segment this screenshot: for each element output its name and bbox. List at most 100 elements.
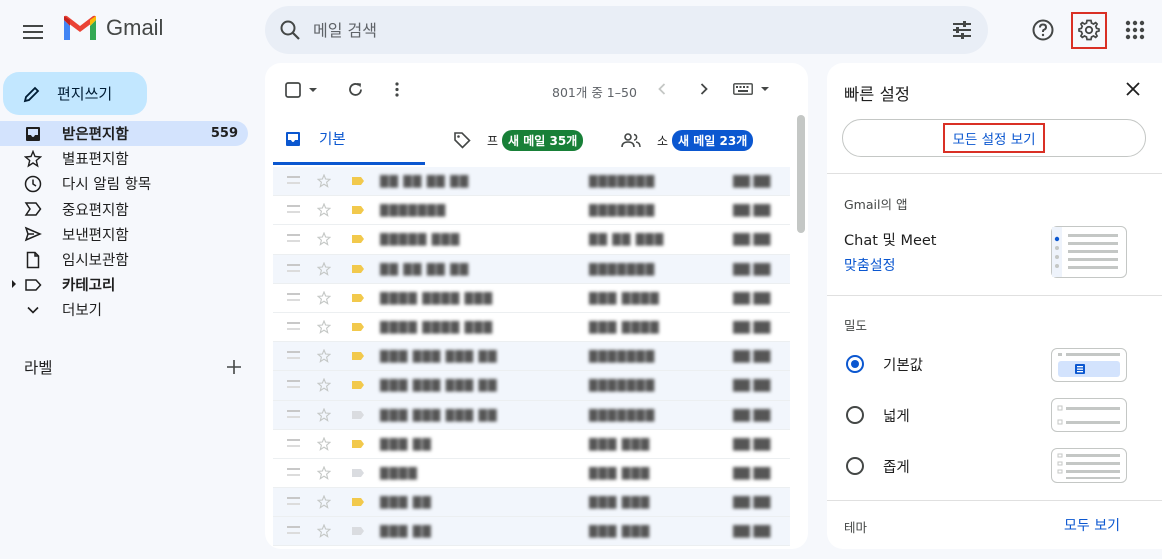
star-icon[interactable]: [317, 174, 331, 188]
important-marker-icon[interactable]: [351, 264, 365, 274]
customize-link[interactable]: 맞춤설정: [844, 255, 896, 275]
star-icon[interactable]: [317, 378, 331, 393]
tab-social[interactable]: 소 새 메일 23개: [621, 115, 754, 165]
table-row[interactable]: █████ ███ ██ ██ ███ ██ ██: [273, 225, 790, 255]
search-input[interactable]: [313, 20, 950, 40]
important-marker-icon[interactable]: [351, 351, 365, 361]
table-row[interactable]: ███ ███ ███ ██ ███████ ██ ██: [273, 371, 790, 401]
sidebar-item-label: 다시 알림 항목: [62, 177, 152, 194]
table-row[interactable]: ███ ██ ███ ███ ██ ██: [273, 488, 790, 518]
support-button[interactable]: [1026, 13, 1060, 47]
star-icon[interactable]: [317, 495, 331, 509]
subject: ███ ███: [589, 496, 651, 510]
star-icon[interactable]: [317, 232, 331, 247]
older-button[interactable]: [699, 82, 709, 96]
new-mail-badge: 새 메일 23개: [672, 129, 754, 151]
density-default-preview[interactable]: [1051, 348, 1127, 382]
density-compact-radio[interactable]: [846, 457, 864, 475]
create-label-button[interactable]: [226, 359, 242, 375]
sidebar-item-starred[interactable]: 별표편지함: [0, 146, 248, 171]
keyboard-icon: [733, 83, 753, 95]
table-row[interactable]: ████ ███ ███ ██ ██: [273, 459, 790, 489]
search-options-icon[interactable]: [950, 18, 974, 42]
category-tabs: 기본 프 새 메일 35개 소 새 메일 23개: [273, 115, 800, 165]
newer-button[interactable]: [657, 82, 667, 96]
main-menu-button[interactable]: [20, 18, 48, 46]
refresh-button[interactable]: [347, 81, 364, 98]
important-marker-icon[interactable]: [351, 410, 365, 420]
select-all-checkbox[interactable]: [285, 82, 319, 98]
star-icon[interactable]: [317, 407, 331, 422]
star-icon[interactable]: [317, 349, 331, 363]
sidebar-item-categories[interactable]: 카테고리: [0, 272, 248, 297]
important-marker-icon[interactable]: [351, 526, 365, 536]
more-vert-icon: [395, 82, 399, 97]
subject: ███ ████: [589, 291, 660, 305]
important-marker-icon[interactable]: [351, 176, 365, 186]
mail-scrollbar[interactable]: [796, 115, 806, 549]
important-marker-icon[interactable]: [351, 439, 365, 449]
google-apps-button[interactable]: [1118, 13, 1152, 47]
sidebar-item-drafts[interactable]: 임시보관함: [0, 247, 248, 272]
search-icon[interactable]: [279, 19, 301, 41]
chevron-down-icon: [27, 306, 39, 314]
unread-count: 559: [210, 126, 238, 142]
sidebar-item-inbox[interactable]: 받은편지함 559: [0, 121, 248, 147]
table-row[interactable]: ████ ████ ███ ███ ████ ██ ██: [273, 284, 790, 313]
star-icon[interactable]: [317, 203, 331, 218]
tab-primary[interactable]: 기본: [273, 115, 425, 165]
important-marker-icon[interactable]: [351, 380, 365, 390]
density-comfortable-radio[interactable]: [846, 406, 864, 424]
star-icon[interactable]: [317, 261, 331, 276]
star-icon[interactable]: [317, 290, 331, 305]
sidebar-item-sent[interactable]: 보낸편지함: [0, 222, 248, 247]
star-icon[interactable]: [317, 524, 331, 539]
density-compact-preview[interactable]: [1051, 448, 1127, 483]
input-tools-button[interactable]: [733, 83, 771, 95]
chat-meet-preview[interactable]: [1051, 226, 1127, 278]
gmail-wordmark: Gmail: [106, 15, 164, 40]
subject: ███████: [589, 262, 656, 276]
compose-label: 편지쓰기: [57, 85, 113, 103]
important-marker-icon[interactable]: [351, 234, 365, 244]
important-marker-icon[interactable]: [351, 497, 365, 507]
table-row[interactable]: ██ ██ ██ ██ ███████ ██ ██: [273, 167, 790, 197]
sidebar-item-important[interactable]: 중요편지함: [0, 197, 248, 222]
scrollbar-thumb[interactable]: [797, 115, 805, 233]
close-button[interactable]: [1125, 81, 1141, 97]
caret-right-icon[interactable]: [10, 279, 18, 289]
density-comfortable-preview[interactable]: [1051, 398, 1127, 432]
see-all-settings-button[interactable]: 모든 설정 보기: [842, 119, 1146, 157]
star-icon[interactable]: [317, 465, 331, 480]
table-row[interactable]: ███████ ███████ ██ ██: [273, 196, 790, 226]
label-tag-icon: [25, 278, 42, 291]
important-marker-icon[interactable]: [351, 468, 365, 478]
table-row[interactable]: ███ ███ ███ ██ ███████ ██ ██: [273, 342, 790, 372]
settings-button[interactable]: [1072, 13, 1106, 47]
important-marker-icon[interactable]: [351, 322, 365, 332]
compose-button[interactable]: 편지쓰기: [3, 72, 147, 115]
date: ██ ██: [733, 262, 771, 276]
star-icon[interactable]: [317, 436, 331, 451]
gmail-logo[interactable]: Gmail: [62, 14, 163, 42]
more-options-button[interactable]: [394, 81, 400, 98]
tab-label: 소: [657, 133, 669, 148]
theme-see-all-link[interactable]: 모두 보기: [1064, 515, 1120, 535]
table-row[interactable]: ███ ██ ███ ███ ██ ██: [273, 517, 790, 547]
table-row[interactable]: ██ ██ ██ ██ ███████ ██ ██: [273, 254, 790, 284]
plus-icon: [227, 360, 241, 374]
sidebar-item-more[interactable]: 더보기: [0, 297, 248, 322]
checkbox-icon: [285, 82, 301, 98]
star-icon[interactable]: [317, 319, 331, 334]
search-bar[interactable]: [265, 6, 988, 54]
important-marker-icon[interactable]: [351, 205, 365, 215]
table-row[interactable]: ███ ██ ███ ███ ██ ██: [273, 430, 790, 459]
sender: ███ ███ ███ ██: [380, 408, 498, 422]
sidebar-nav: 받은편지함 559 별표편지함 다시 알림 항목 중요편지함 보낸편지함 임시보…: [0, 121, 248, 323]
density-default-radio[interactable]: [846, 355, 864, 373]
table-row[interactable]: ███ ███ ███ ██ ███████ ██ ██: [273, 400, 790, 430]
table-row[interactable]: ████ ████ ███ ███ ████ ██ ██: [273, 313, 790, 343]
tab-promotions[interactable]: 프 새 메일 35개: [453, 115, 584, 165]
important-marker-icon[interactable]: [351, 293, 365, 303]
sidebar-item-snoozed[interactable]: 다시 알림 항목: [0, 171, 248, 196]
